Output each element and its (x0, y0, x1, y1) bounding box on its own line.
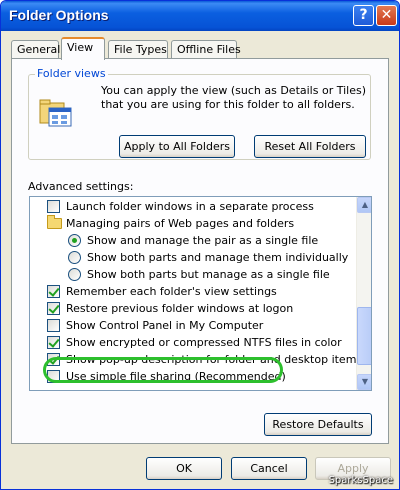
list-item-label: Remember each folder's view settings (66, 285, 277, 298)
folder-views-group: Folder views You can apply the view (suc… (28, 67, 371, 160)
view-tab-panel: Folder views You can apply the view (suc… (11, 58, 389, 444)
list-item-label: Managing pairs of Web pages and folders (66, 217, 295, 230)
close-button[interactable]: ✕ (376, 5, 397, 26)
list-item-label: Show encrypted or compressed NTFS files … (66, 336, 342, 349)
checkbox[interactable] (47, 353, 60, 366)
advanced-settings-list[interactable]: Launch folder windows in a separate proc… (29, 196, 372, 391)
advanced-settings-label: Advanced settings: (28, 180, 134, 193)
scroll-up-arrow-icon[interactable]: ▲ (357, 197, 371, 213)
list-item-label: Show both parts but manage as a single f… (87, 268, 330, 281)
restore-defaults-button[interactable]: Restore Defaults (264, 413, 372, 436)
tab-file-types[interactable]: File Types (108, 40, 168, 59)
watermark: SparksSpace (328, 475, 393, 486)
title-bar[interactable]: Folder Options ? ✕ (1, 1, 399, 31)
tab-view[interactable]: View (61, 37, 105, 60)
list-item-label: Show Control Panel in My Computer (66, 319, 264, 332)
list-item-label: Launch folder windows in a separate proc… (66, 200, 314, 213)
radio-button[interactable] (68, 234, 81, 247)
list-item-label: Use simple file sharing (Recommended) (66, 370, 286, 383)
reset-all-folders-button[interactable]: Reset All Folders (254, 135, 366, 158)
folder-views-icon (39, 99, 72, 127)
help-button[interactable]: ? (353, 5, 374, 26)
list-item-label: Show pop-up description for folder and d… (66, 353, 363, 366)
scroll-down-arrow-icon[interactable]: ▼ (357, 374, 371, 390)
checkbox[interactable] (47, 200, 60, 213)
radio-button[interactable] (68, 268, 81, 281)
list-scrollbar[interactable]: ▲ ▼ (356, 197, 371, 390)
checkbox[interactable] (47, 319, 60, 332)
folder-icon (47, 215, 62, 229)
checkbox[interactable] (47, 336, 60, 349)
cancel-button[interactable]: Cancel (231, 457, 307, 480)
simple-file-sharing-checkbox[interactable] (47, 370, 60, 383)
ok-button[interactable]: OK (146, 457, 222, 480)
list-item-label: Show and manage the pair as a single fil… (87, 234, 319, 247)
list-item-label: Show both parts and manage them individu… (87, 251, 349, 264)
window-title: Folder Options (9, 7, 109, 23)
folder-options-dialog: Folder Options ? ✕ General View File Typ… (0, 0, 400, 490)
checkbox[interactable] (47, 285, 60, 298)
radio-button[interactable] (68, 251, 81, 264)
list-item-label: Restore previous folder windows at logon (66, 302, 294, 315)
tab-offline-files[interactable]: Offline Files (171, 40, 241, 59)
apply-to-all-folders-button[interactable]: Apply to All Folders (119, 135, 235, 158)
tab-general[interactable]: General (11, 40, 60, 59)
folder-views-description: You can apply the view (such as Details … (101, 84, 366, 111)
folder-views-legend: Folder views (35, 67, 108, 80)
scroll-thumb[interactable] (357, 307, 371, 365)
checkbox[interactable] (47, 302, 60, 315)
